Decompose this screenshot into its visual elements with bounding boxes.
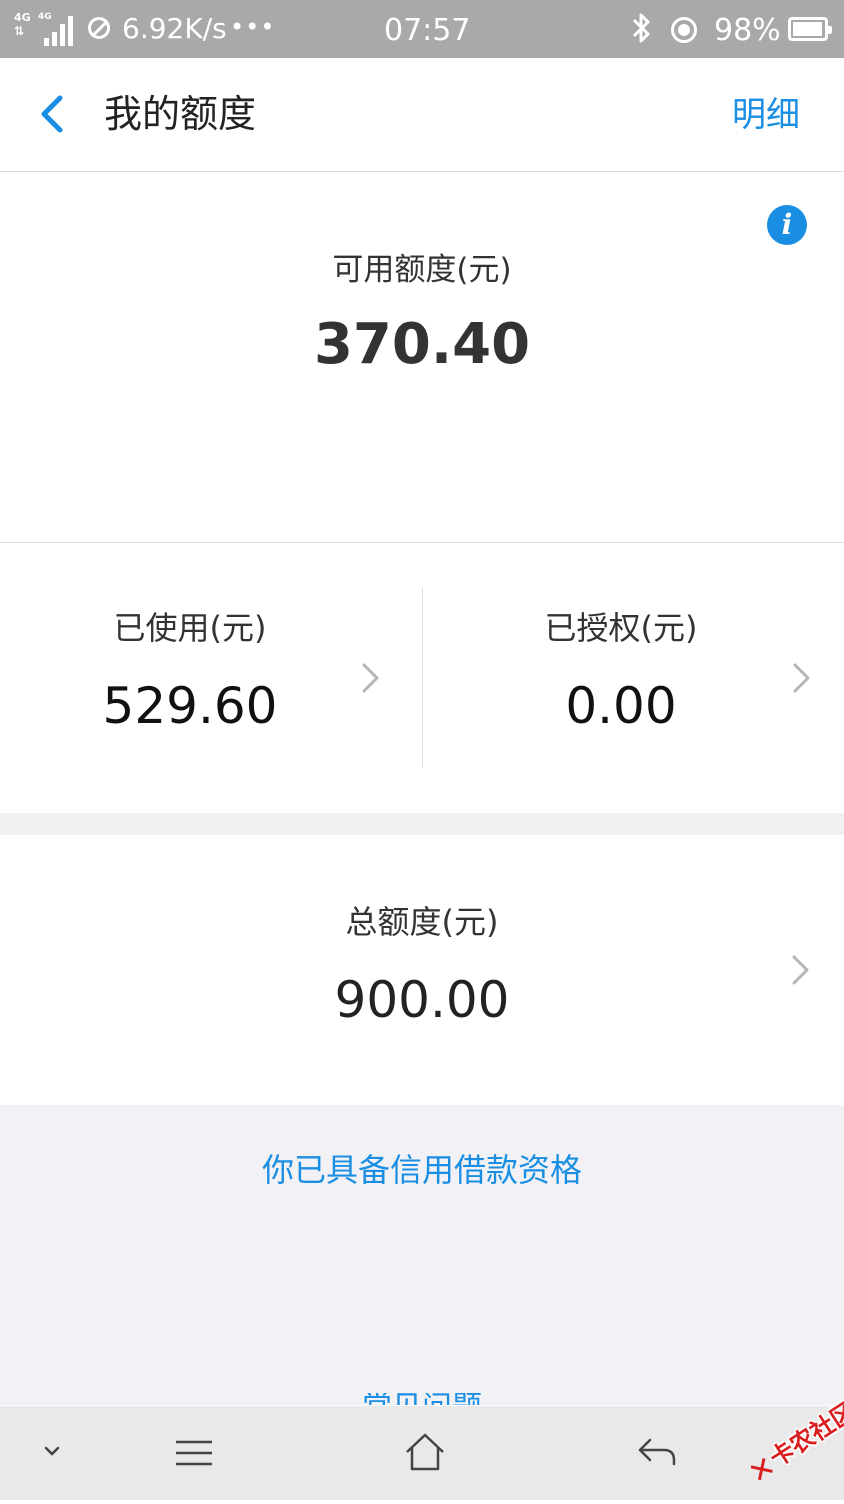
status-bar: 4G 4G ⇅ 6.92K/s ••• 07:57 98% [0, 0, 844, 58]
network-type-1: 4G [14, 11, 31, 24]
app-header: 我的额度 明细 [0, 58, 844, 172]
available-credit-value: 370.40 [313, 312, 531, 377]
used-credit-label: 已使用(元) [113, 609, 267, 647]
clock: 07:57 [384, 13, 471, 48]
network-speed: 6.92K/s [122, 12, 227, 45]
home-icon [406, 1433, 444, 1471]
bluetooth-icon [626, 10, 656, 55]
used-credit-item[interactable]: 已使用(元) 529.60 [0, 543, 422, 813]
available-credit-label: 可用额度(元) [332, 252, 512, 288]
total-credit-value: 900.00 [334, 971, 510, 1029]
menu-button[interactable] [160, 1406, 230, 1500]
signal-icon: 4G 4G ⇅ [14, 12, 76, 46]
page-title: 我的额度 [104, 92, 257, 136]
total-credit-label: 总额度(元) [345, 903, 499, 941]
total-credit-item[interactable]: 总额度(元) 900.00 [0, 835, 844, 1105]
no-sim-icon [88, 17, 110, 39]
authorized-credit-value: 0.00 [565, 677, 677, 735]
eligibility-area: 你已具备信用借款资格 常见问题 [0, 1105, 844, 1405]
faq-link[interactable]: 常见问题 [0, 1393, 844, 1405]
back-arrow-icon [638, 1438, 676, 1466]
available-credit-section: i 可用额度(元) 370.40 [0, 172, 844, 543]
network-type-2: 4G [38, 12, 52, 22]
back-button[interactable] [30, 92, 74, 136]
authorized-credit-item[interactable]: 已授权(元) 0.00 [423, 543, 844, 813]
location-icon [668, 14, 700, 46]
battery-percent: 98% [714, 13, 781, 48]
chevron-down-icon [44, 1446, 60, 1456]
chevron-right-icon [792, 955, 809, 985]
battery-icon [788, 17, 832, 41]
eligibility-link[interactable]: 你已具备信用借款资格 [0, 1147, 844, 1193]
more-notifications-icon: ••• [230, 13, 276, 41]
menu-icon [176, 1440, 212, 1466]
collapse-button[interactable] [20, 1406, 84, 1500]
section-separator [0, 813, 844, 835]
credit-breakdown: 已使用(元) 529.60 已授权(元) 0.00 [0, 543, 844, 813]
home-button[interactable] [386, 1406, 462, 1500]
chevron-left-icon [41, 95, 63, 133]
info-icon[interactable]: i [767, 205, 807, 245]
chevron-right-icon [793, 663, 810, 693]
detail-button[interactable]: 明细 [732, 92, 800, 138]
authorized-credit-label: 已授权(元) [544, 609, 698, 647]
system-back-button[interactable] [620, 1406, 696, 1500]
chevron-right-icon [362, 663, 379, 693]
used-credit-value: 529.60 [102, 677, 278, 735]
system-nav-bar [0, 1406, 844, 1500]
